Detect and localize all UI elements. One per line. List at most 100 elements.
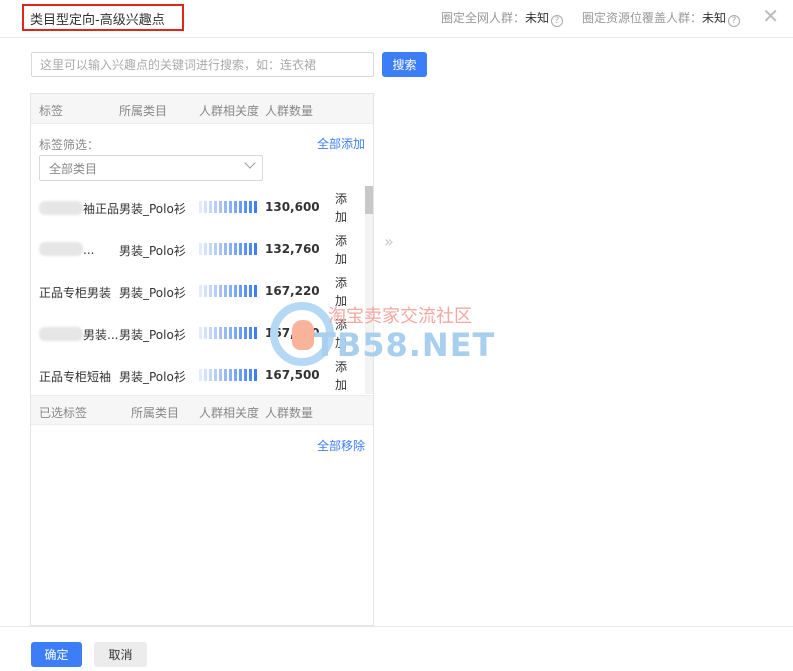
- redacted-blur: [39, 242, 83, 256]
- crowd-count: 167,260: [265, 326, 320, 340]
- dialog-header: 类目型定向-高级兴趣点 圈定全网人群：未知? 圈定资源位覆盖人群：未知? ✕: [0, 0, 793, 38]
- crowd-resource-value: 未知: [702, 11, 727, 25]
- tag-panel: 标签 所属类目 人群相关度 人群数量 标签筛选： 全部添加 全部类目 袖正品 男…: [30, 93, 374, 626]
- column-header: 人群数量: [265, 406, 314, 420]
- help-icon[interactable]: ?: [551, 15, 564, 27]
- relevance-tick: [209, 369, 212, 381]
- relevance-tick: [214, 369, 217, 381]
- relevance-tick: [224, 243, 227, 255]
- table-row: 正品专柜男装 男装_Polo衫 167,220 添加: [31, 270, 365, 312]
- category-cell: 男装_Polo衫: [119, 370, 186, 384]
- relevance-tick: [254, 285, 257, 297]
- crowd-count: 167,220: [265, 284, 320, 298]
- dialog-title: 类目型定向-高级兴趣点: [22, 4, 184, 31]
- close-icon[interactable]: ✕: [762, 4, 779, 28]
- relevance-tick: [219, 327, 222, 339]
- column-header: 所属类目: [131, 406, 180, 420]
- relevance-tick: [199, 369, 202, 381]
- scrollbar[interactable]: [365, 186, 373, 394]
- add-button[interactable]: 添加: [335, 232, 349, 268]
- relevance-tick: [234, 201, 237, 213]
- selected-table-header: 已选标签 所属类目 人群相关度 人群数量: [31, 395, 373, 425]
- relevance-tick: [204, 327, 207, 339]
- scrollbar-thumb[interactable]: [365, 186, 373, 214]
- remove-all-link[interactable]: 全部移除: [317, 437, 365, 454]
- table-row: 袖正品 男装_Polo衫 130,600 添加: [31, 186, 365, 228]
- relevance-tick: [239, 201, 242, 213]
- relevance-tick: [204, 285, 207, 297]
- relevance-tick: [224, 201, 227, 213]
- relevance-tick: [219, 369, 222, 381]
- add-button[interactable]: 添加: [335, 190, 349, 226]
- relevance-tick: [229, 243, 232, 255]
- search-button[interactable]: 搜索: [382, 52, 427, 77]
- redacted-blur: [39, 327, 83, 341]
- relevance-tick: [199, 243, 202, 255]
- category-cell: 男装_Polo衫: [119, 244, 186, 258]
- crowd-all-value: 未知: [525, 11, 550, 25]
- relevance-tick: [219, 285, 222, 297]
- relevance-tick: [244, 285, 247, 297]
- redacted-blur: [39, 201, 83, 215]
- relevance-tick: [249, 285, 252, 297]
- relevance-tick: [224, 285, 227, 297]
- chevron-down-icon: [244, 157, 256, 169]
- crowd-count: 132,760: [265, 242, 320, 256]
- category-select[interactable]: 全部类目: [39, 155, 263, 181]
- relevance-tick: [254, 201, 257, 213]
- table-row: 男装... 男装_Polo衫 167,260 添加: [31, 312, 365, 354]
- column-header: 标签: [39, 104, 64, 118]
- table-row: ... 男装_Polo衫 132,760 添加: [31, 228, 365, 270]
- relevance-tick: [204, 369, 207, 381]
- add-button[interactable]: 添加: [335, 358, 349, 394]
- crowd-count: 130,600: [265, 200, 320, 214]
- relevance-tick: [214, 327, 217, 339]
- relevance-tick: [229, 369, 232, 381]
- column-header: 所属类目: [119, 104, 168, 118]
- relevance-tick: [214, 201, 217, 213]
- relevance-tick: [234, 285, 237, 297]
- add-button[interactable]: 添加: [335, 274, 349, 310]
- relevance-tick: [244, 243, 247, 255]
- relevance-tick: [239, 327, 242, 339]
- relevance-tick: [254, 243, 257, 255]
- relevance-tick: [249, 369, 252, 381]
- relevance-tick: [244, 327, 247, 339]
- relevance-tick: [214, 243, 217, 255]
- relevance-tick: [234, 369, 237, 381]
- relevance-tick: [229, 285, 232, 297]
- relevance-tick: [209, 243, 212, 255]
- tag-name: 袖正品: [39, 200, 119, 217]
- help-icon[interactable]: ?: [728, 15, 741, 27]
- cancel-button[interactable]: 取消: [94, 642, 147, 667]
- relevance-tick: [199, 201, 202, 213]
- crowd-resource-info: 圈定资源位覆盖人群：未知?: [582, 9, 741, 27]
- relevance-tick: [234, 243, 237, 255]
- tag-name: 男装...: [39, 326, 118, 343]
- relevance-tick: [254, 327, 257, 339]
- relevance-tick: [234, 327, 237, 339]
- confirm-button[interactable]: 确定: [31, 642, 82, 667]
- relevance-tick: [244, 369, 247, 381]
- crowd-all-label: 圈定全网人群：: [441, 11, 526, 25]
- category-cell: 男装_Polo衫: [119, 328, 186, 342]
- dialog-footer: 确定 取消: [0, 626, 793, 671]
- relevance-tick: [209, 201, 212, 213]
- candidate-list: 袖正品 男装_Polo衫 130,600 添加 ... 男装_Polo衫 132…: [31, 186, 373, 394]
- crowd-count: 167,500: [265, 368, 320, 382]
- add-all-link[interactable]: 全部添加: [317, 135, 365, 152]
- relevance-tick: [239, 243, 242, 255]
- relevance-tick: [204, 201, 207, 213]
- search-input[interactable]: [31, 52, 374, 77]
- relevance-tick: [219, 243, 222, 255]
- category-select-value: 全部类目: [49, 162, 98, 176]
- relevance-tick: [224, 369, 227, 381]
- column-header: 人群相关度: [199, 406, 260, 420]
- add-button[interactable]: 添加: [335, 316, 349, 352]
- relevance-tick: [249, 243, 252, 255]
- crowd-all-info: 圈定全网人群：未知?: [441, 9, 564, 27]
- relevance-tick: [229, 327, 232, 339]
- crowd-resource-label: 圈定资源位覆盖人群：: [582, 11, 703, 25]
- tag-name: 正品专柜短袖: [39, 370, 112, 384]
- relevance-tick: [224, 327, 227, 339]
